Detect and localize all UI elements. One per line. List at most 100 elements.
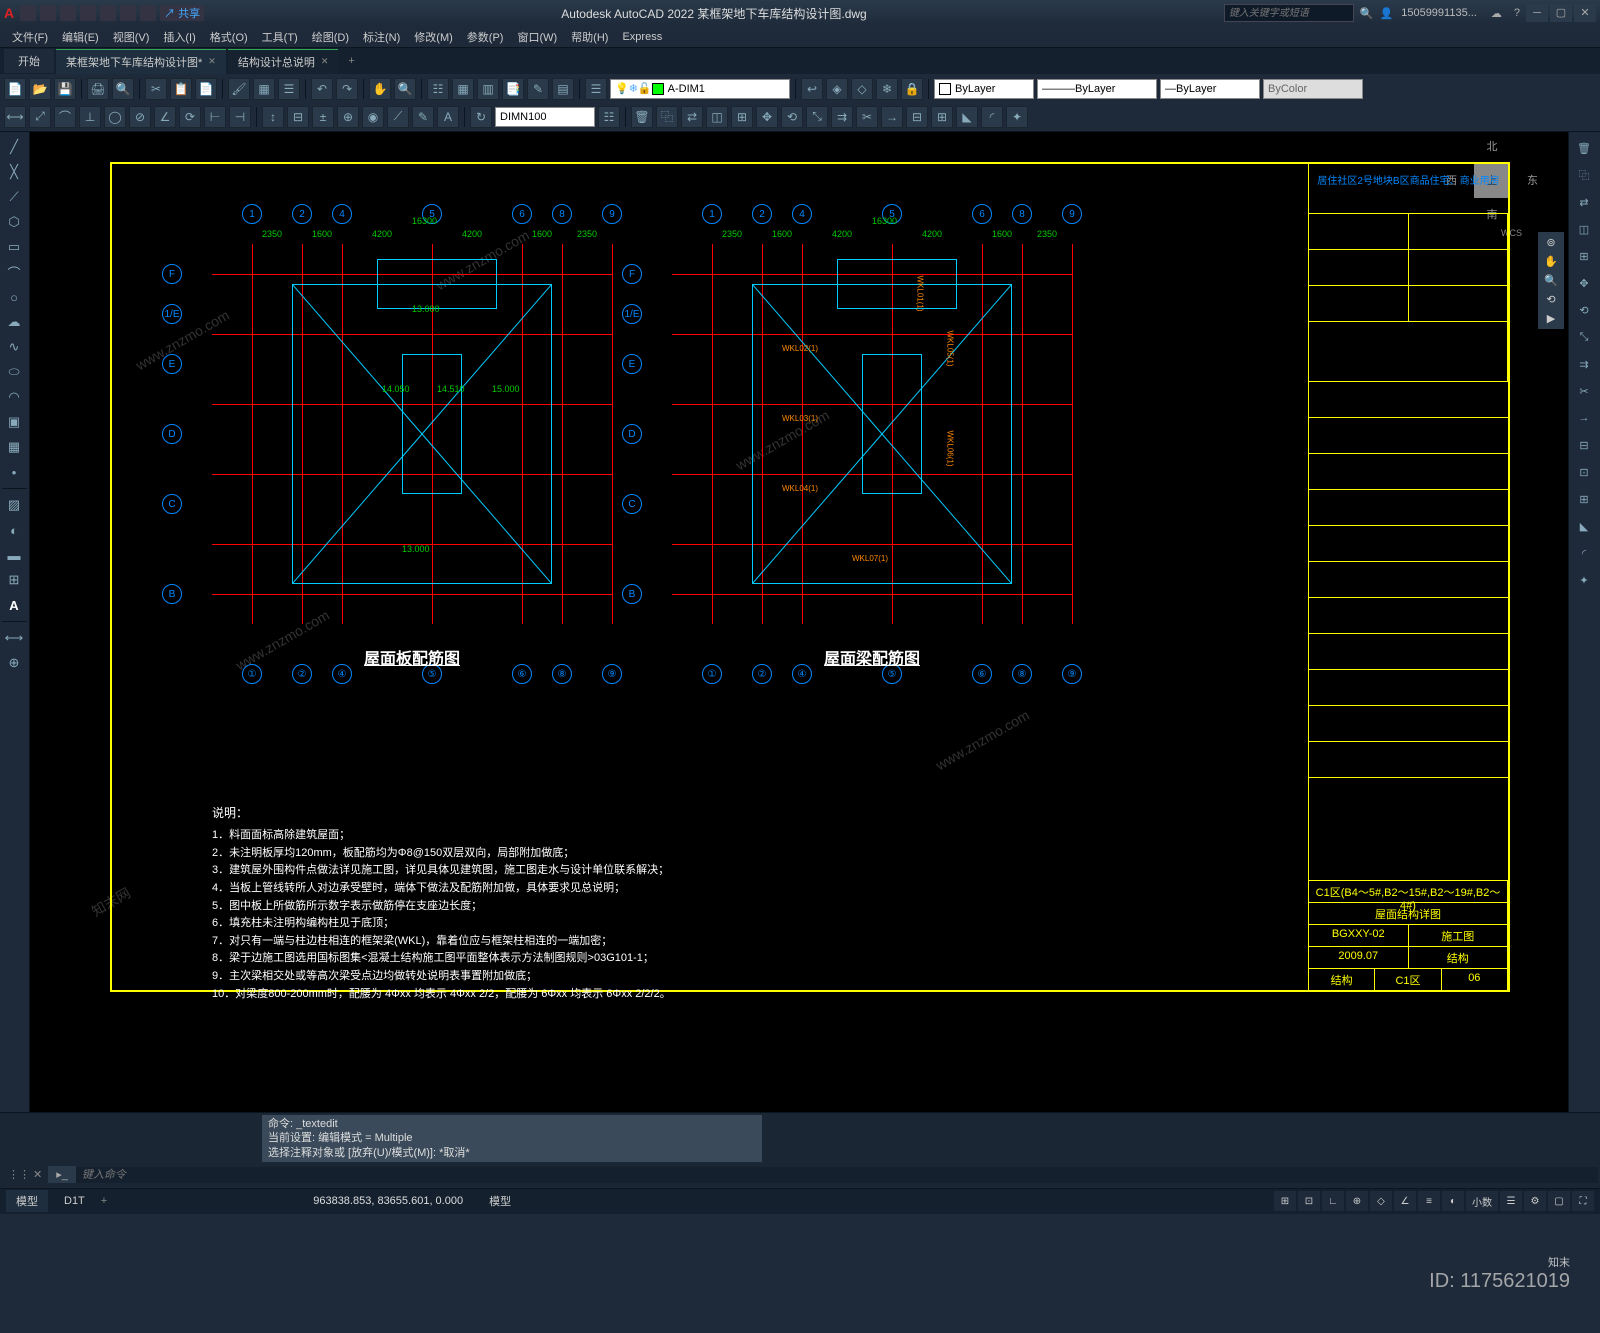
fillet-icon[interactable]: ◜ bbox=[1571, 541, 1597, 565]
tpalette-icon[interactable]: ▥ bbox=[477, 78, 499, 100]
layer-lock-icon[interactable]: 🔒 bbox=[901, 78, 923, 100]
match-icon[interactable]: 🖌 bbox=[228, 78, 250, 100]
line-icon[interactable]: ╱ bbox=[2, 136, 26, 158]
center-icon[interactable]: ⊕ bbox=[337, 106, 359, 128]
menu-edit[interactable]: 编辑(E) bbox=[56, 27, 105, 47]
dim-linear-icon[interactable]: ⟷ bbox=[4, 106, 26, 128]
cut-icon[interactable]: ✂ bbox=[145, 78, 167, 100]
scale-icon[interactable]: ⤡ bbox=[1571, 325, 1597, 349]
pan-icon[interactable]: ✋ bbox=[1544, 255, 1558, 268]
save-icon[interactable]: 💾 bbox=[54, 78, 76, 100]
dim-rad-icon[interactable]: ◯ bbox=[104, 106, 126, 128]
navbar[interactable]: ⊚✋🔍⟲▶ bbox=[1538, 232, 1564, 329]
mirror-icon[interactable]: ⇄ bbox=[681, 106, 703, 128]
join-icon[interactable]: ⊞ bbox=[931, 106, 953, 128]
zoom-ext-icon[interactable]: 🔍 bbox=[1544, 274, 1558, 287]
menu-dimension[interactable]: 标注(N) bbox=[357, 27, 406, 47]
otrack-icon[interactable]: ∠ bbox=[1394, 1191, 1416, 1211]
color-combo[interactable]: ByLayer bbox=[934, 79, 1034, 99]
table-icon[interactable]: ⊞ bbox=[2, 569, 26, 591]
extend-icon[interactable]: → bbox=[881, 106, 903, 128]
menu-insert[interactable]: 插入(I) bbox=[157, 27, 201, 47]
menu-express[interactable]: Express bbox=[616, 29, 668, 45]
menu-draw[interactable]: 绘图(D) bbox=[306, 27, 355, 47]
revcloud-icon[interactable]: ☁ bbox=[2, 311, 26, 333]
mirror-icon[interactable]: ⇄ bbox=[1571, 190, 1597, 214]
offset-icon[interactable]: ◫ bbox=[1571, 217, 1597, 241]
customize-icon[interactable]: ⚙ bbox=[1524, 1191, 1546, 1211]
arc-icon[interactable]: ⌒ bbox=[2, 261, 26, 283]
break-pt-icon[interactable]: ⊟ bbox=[1571, 433, 1597, 457]
help-search-input[interactable] bbox=[1224, 4, 1354, 22]
dim-update-icon[interactable]: ↻ bbox=[470, 106, 492, 128]
drawing-canvas[interactable]: www.znzmo.com www.znzmo.com www.znzmo.co… bbox=[30, 132, 1568, 1112]
sheet-icon[interactable]: 📑 bbox=[502, 78, 524, 100]
plot-icon[interactable]: 🖨 bbox=[87, 78, 109, 100]
qat-open-icon[interactable] bbox=[40, 5, 56, 21]
fullscreen-icon[interactable]: ⛶ bbox=[1572, 1191, 1594, 1211]
explode-icon[interactable]: ✦ bbox=[1006, 106, 1028, 128]
snap-icon[interactable]: ⊡ bbox=[1298, 1191, 1320, 1211]
offset-icon[interactable]: ◫ bbox=[706, 106, 728, 128]
hatch-icon[interactable]: ▨ bbox=[2, 494, 26, 516]
redo-icon[interactable]: ↷ bbox=[336, 78, 358, 100]
layer-prev-icon[interactable]: ↩ bbox=[801, 78, 823, 100]
dim-edit-icon[interactable]: ✎ bbox=[412, 106, 434, 128]
dim-aligned-icon[interactable]: ⤢ bbox=[29, 106, 51, 128]
break-icon[interactable]: ⊟ bbox=[906, 106, 928, 128]
move-icon[interactable]: ✥ bbox=[756, 106, 778, 128]
open-icon[interactable]: 📂 bbox=[29, 78, 51, 100]
layer-off-icon[interactable]: ◇ bbox=[851, 78, 873, 100]
scale-icon[interactable]: ⤡ bbox=[806, 106, 828, 128]
close-button[interactable]: ✕ bbox=[1574, 4, 1596, 22]
join-icon[interactable]: ⊞ bbox=[1571, 487, 1597, 511]
array-icon[interactable]: ⊞ bbox=[1571, 244, 1597, 268]
grid-icon[interactable]: ⊞ bbox=[1274, 1191, 1296, 1211]
array-icon[interactable]: ⊞ bbox=[731, 106, 753, 128]
ellipse-icon[interactable]: ⬭ bbox=[2, 361, 26, 383]
user-label[interactable]: 15059991135... bbox=[1401, 7, 1477, 19]
insert-icon[interactable]: ▣ bbox=[2, 411, 26, 433]
menu-window[interactable]: 窗口(W) bbox=[511, 27, 563, 47]
orbit-icon[interactable]: ⟲ bbox=[1546, 293, 1555, 306]
minimize-button[interactable]: ─ bbox=[1526, 4, 1548, 22]
command-input[interactable] bbox=[76, 1167, 1598, 1183]
preview-icon[interactable]: 🔍 bbox=[112, 78, 134, 100]
search-icon[interactable]: 🔍 bbox=[1360, 7, 1374, 20]
erase-icon[interactable]: 🗑 bbox=[631, 106, 653, 128]
trim-icon[interactable]: ✂ bbox=[856, 106, 878, 128]
copy-icon[interactable]: 📋 bbox=[170, 78, 192, 100]
layer-frz-icon[interactable]: ❄ bbox=[876, 78, 898, 100]
tolerance-icon[interactable]: ± bbox=[312, 106, 334, 128]
explode-icon[interactable]: ✦ bbox=[1571, 568, 1597, 592]
chamfer-icon[interactable]: ◣ bbox=[1571, 514, 1597, 538]
dcenter-icon[interactable]: ▦ bbox=[452, 78, 474, 100]
showmotion-icon[interactable]: ▶ bbox=[1547, 312, 1555, 325]
menu-file[interactable]: 文件(F) bbox=[6, 27, 54, 47]
start-tab[interactable]: 开始 bbox=[4, 49, 54, 73]
fillet-icon[interactable]: ◜ bbox=[981, 106, 1003, 128]
dim-ang-icon[interactable]: ∠ bbox=[154, 106, 176, 128]
copy-icon[interactable]: ⿻ bbox=[1571, 163, 1597, 187]
dim-base-icon[interactable]: ⊢ bbox=[204, 106, 226, 128]
rotate-icon[interactable]: ⟲ bbox=[781, 106, 803, 128]
block-icon[interactable]: ▦ bbox=[253, 78, 275, 100]
help-icon[interactable]: ? bbox=[1514, 7, 1520, 19]
move-icon[interactable]: ✥ bbox=[1571, 271, 1597, 295]
circle-icon[interactable]: ○ bbox=[2, 286, 26, 308]
ellipse-arc-icon[interactable]: ◠ bbox=[2, 386, 26, 408]
layer-iso-icon[interactable]: ◈ bbox=[826, 78, 848, 100]
region-icon[interactable]: ▬ bbox=[2, 544, 26, 566]
qat-undo-icon[interactable] bbox=[120, 5, 136, 21]
erase-icon[interactable]: 🗑 bbox=[1571, 136, 1597, 160]
menu-view[interactable]: 视图(V) bbox=[107, 27, 156, 47]
layer-manager-icon[interactable]: ☰ bbox=[585, 78, 607, 100]
spline-icon[interactable]: ∿ bbox=[2, 336, 26, 358]
undo-icon[interactable]: ↶ bbox=[311, 78, 333, 100]
qat-share-icon[interactable]: ↗ 共享 bbox=[160, 5, 204, 21]
qprops-icon[interactable]: ☰ bbox=[1500, 1191, 1522, 1211]
paste-icon[interactable]: 📄 bbox=[195, 78, 217, 100]
gradient-icon[interactable]: ◐ bbox=[2, 519, 26, 541]
point-icon[interactable]: • bbox=[2, 461, 26, 483]
calc-icon[interactable]: ▤ bbox=[552, 78, 574, 100]
